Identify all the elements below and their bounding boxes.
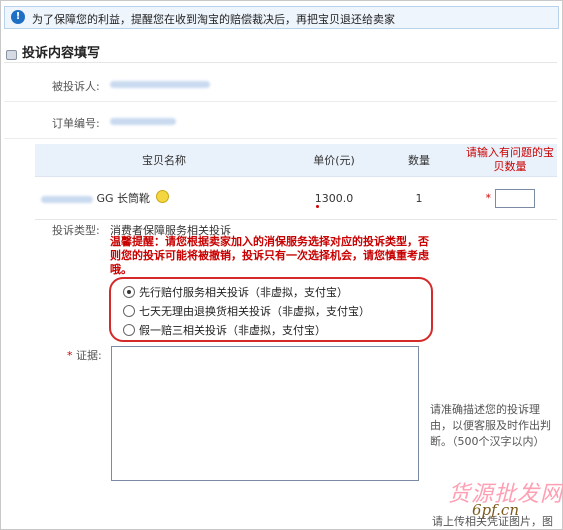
problem-qty-input[interactable] bbox=[494, 188, 535, 208]
row-divider bbox=[4, 101, 557, 102]
option-seven-day-return[interactable]: 七天无理由退换货相关投诉（非虚拟，支付宝） bbox=[123, 303, 370, 319]
evidence-hint: 请准确描述您的投诉理由，以便客服及时作出判断。（500个汉字以内） bbox=[430, 403, 551, 448]
problem-qty-cell: * bbox=[463, 176, 557, 220]
bulb-icon bbox=[155, 190, 169, 203]
col-header-problem-qty: 请输入有问题的宝贝数量 bbox=[463, 144, 557, 177]
respondent-value-redacted bbox=[110, 81, 210, 88]
warning-text: 温馨提醒：请您根据卖家加入的消保服务选择对应的投诉类型，否则您的投诉可能将被撤销… bbox=[110, 235, 429, 276]
row-divider bbox=[4, 138, 557, 139]
notice-bar: ! 为了保障您的利益，提醒您在收到淘宝的赔偿裁决后，再把宝贝退还给卖家 bbox=[4, 6, 559, 29]
option-advance-compensation[interactable]: 先行赔付服务相关投诉（非虚拟，支付宝） bbox=[123, 284, 348, 300]
radio-unselected[interactable] bbox=[123, 305, 135, 317]
red-dot-mark bbox=[316, 205, 319, 208]
table-header-row: 宝贝名称 单价(元) 数量 请输入有问题的宝贝数量 bbox=[35, 144, 557, 177]
option-label: 假一赔三相关投诉（非虚拟，支付宝） bbox=[139, 324, 326, 337]
evidence-label: * 证据: bbox=[67, 347, 102, 363]
order-label: 订单编号: bbox=[52, 117, 100, 130]
col-header-name: 宝贝名称 bbox=[35, 144, 293, 177]
cup-icon bbox=[6, 47, 19, 60]
respondent-label: 被投诉人: bbox=[52, 80, 100, 93]
product-name[interactable]: GG 长筒靴 bbox=[97, 192, 151, 205]
product-cell: GG 长筒靴 bbox=[35, 176, 293, 220]
info-icon: ! bbox=[11, 10, 25, 24]
section-divider bbox=[4, 62, 557, 63]
required-mark: * bbox=[485, 191, 492, 204]
evidence-label-text: 证据: bbox=[76, 349, 102, 362]
watermark-url: 6pf.cn bbox=[472, 501, 519, 519]
product-name-redacted bbox=[41, 195, 93, 203]
price-cell: 1300.0 bbox=[293, 176, 375, 220]
order-value-redacted bbox=[110, 118, 176, 125]
radio-selected[interactable] bbox=[123, 286, 135, 298]
items-table: 宝贝名称 单价(元) 数量 请输入有问题的宝贝数量 GG 长筒靴 1300.0 … bbox=[35, 144, 557, 220]
section-title: 投诉内容填写 bbox=[6, 42, 100, 61]
option-label: 七天无理由退换货相关投诉（非虚拟，支付宝） bbox=[139, 305, 370, 318]
required-mark: * bbox=[67, 349, 73, 362]
col-header-price: 单价(元) bbox=[293, 144, 375, 177]
quantity-cell: 1 bbox=[375, 176, 463, 220]
complaint-type-options: 先行赔付服务相关投诉（非虚拟，支付宝） 七天无理由退换货相关投诉（非虚拟，支付宝… bbox=[109, 277, 433, 342]
section-title-text: 投诉内容填写 bbox=[22, 46, 101, 61]
evidence-textarea[interactable] bbox=[111, 346, 419, 481]
radio-unselected[interactable] bbox=[123, 324, 135, 336]
option-label: 先行赔付服务相关投诉（非虚拟，支付宝） bbox=[139, 286, 348, 299]
type-label: 投诉类型: bbox=[52, 224, 100, 237]
table-row: GG 长筒靴 1300.0 1 * bbox=[35, 176, 557, 220]
notice-text: 为了保障您的利益，提醒您在收到淘宝的赔偿裁决后，再把宝贝退还给卖家 bbox=[32, 13, 395, 26]
option-fake-compensation[interactable]: 假一赔三相关投诉（非虚拟，支付宝） bbox=[123, 322, 326, 338]
col-header-qty: 数量 bbox=[375, 144, 463, 177]
